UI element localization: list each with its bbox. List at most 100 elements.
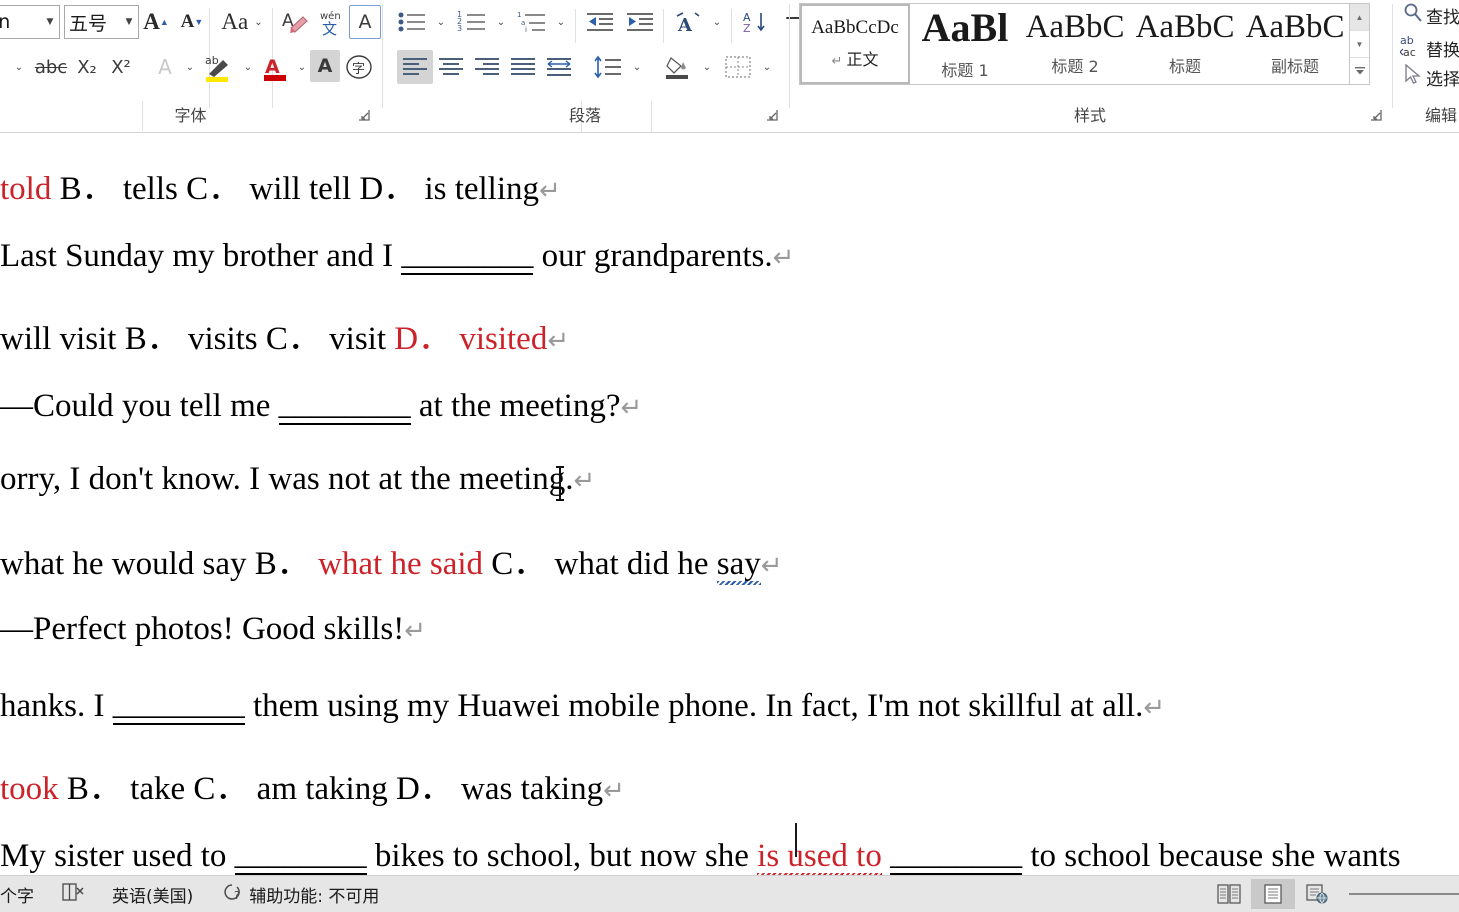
styles-scroll-down-button[interactable]: ▼ (1350, 31, 1369, 58)
multilevel-dropdown-arrow[interactable]: ⌄ (551, 5, 571, 39)
ribbon-group-styles: AaBbCcDc ↵ 正文 AaBl 标题 1 AaBbC 标题 2 AaBbC… (793, 0, 1387, 132)
document-line: hanks. I ________ them using my Huawei m… (0, 686, 1165, 725)
font-dialog-launcher[interactable] (357, 108, 371, 122)
print-layout-icon (1264, 884, 1282, 904)
style-name: 标题 2 (1051, 57, 1099, 76)
highlight-dropdown-arrow[interactable]: ⌄ (238, 50, 258, 84)
text-run: My sister used to (0, 838, 235, 874)
font-size-value: 五号 (69, 12, 108, 35)
style-item-subtitle[interactable]: AaBbC 副标题 (1240, 4, 1350, 84)
font-size-dropdown-arrow[interactable]: ▼ (120, 17, 138, 27)
font-color-dropdown-arrow[interactable]: ⌄ (292, 50, 312, 84)
view-web-layout-button[interactable] (1295, 879, 1339, 909)
svg-text:Z: Z (743, 22, 751, 34)
text-run: B． visits (116, 321, 258, 357)
bullets-button[interactable] (393, 5, 431, 39)
font-color-icon: A (264, 56, 286, 81)
accessibility-status[interactable]: ? 辅助功能: 不可用 (207, 876, 393, 912)
phonetic-guide-button[interactable]: wén 文 (313, 5, 347, 39)
find-button[interactable]: 查找 (1400, 2, 1459, 29)
bullet-list-icon (398, 12, 425, 32)
font-name-combo[interactable]: v Ron ▼ (0, 5, 60, 39)
paragraph-shading-button[interactable] (659, 50, 697, 84)
font-size-combo[interactable]: 五号 ▼ (64, 5, 139, 39)
styles-more-button[interactable] (1350, 58, 1369, 84)
style-name: 副标题 (1270, 57, 1319, 76)
character-border-button[interactable]: A (349, 5, 381, 39)
chevron-down-icon: ⌄ (297, 61, 307, 73)
font-name-dropdown-arrow[interactable]: ▼ (41, 17, 59, 27)
asian-layout-icon: A (676, 12, 700, 34)
line-spacing-button[interactable] (589, 50, 627, 84)
align-right-button[interactable] (469, 50, 505, 84)
proofing-status[interactable] (48, 876, 98, 912)
text-effects-button[interactable]: A (148, 50, 182, 84)
align-center-button[interactable] (433, 50, 469, 84)
word-count-label: 个字 (0, 886, 34, 907)
text-run: our grandparents. (533, 238, 773, 274)
multilevel-list-button[interactable]: 1 a i (513, 5, 551, 39)
asian-layout-button[interactable]: A (669, 5, 707, 39)
style-item-normal[interactable]: AaBbCcDc ↵ 正文 (800, 4, 910, 84)
underline-dropdown-arrow[interactable]: ⌄ (8, 50, 30, 84)
text-run: to school because she wants (1022, 838, 1401, 874)
strikethrough-button[interactable]: abc (32, 50, 70, 84)
sort-button[interactable]: A Z (737, 5, 775, 39)
replace-button[interactable]: ab ac 替换 (1399, 34, 1459, 63)
paragraph-dialog-launcher[interactable] (765, 108, 779, 122)
decrease-indent-button[interactable] (581, 5, 619, 39)
text-effects-dropdown-arrow[interactable]: ⌄ (180, 50, 200, 84)
language-status[interactable]: 英语(美国) (98, 876, 207, 912)
style-item-heading2[interactable]: AaBbC 标题 2 (1020, 4, 1130, 84)
paragraph-mark: ↵ (404, 616, 426, 646)
shrink-font-arrow-icon: ▼ (194, 17, 204, 27)
numbered-list-icon: 1 2 3 (457, 10, 485, 33)
style-name: ↵ 正文 (831, 50, 879, 69)
borders-dropdown-arrow[interactable]: ⌄ (757, 50, 777, 84)
enclose-characters-button[interactable]: 字 (342, 50, 376, 84)
text-run: at the meeting? (410, 388, 621, 424)
fill-in-blank: ________ (278, 386, 411, 425)
borders-button[interactable] (719, 50, 757, 84)
document-canvas[interactable]: told B． tells C． will tell D． is telling… (0, 133, 1459, 875)
text-highlight-button[interactable]: ab (200, 50, 238, 84)
chevron-down-icon: ⌄ (436, 16, 446, 28)
view-read-mode-button[interactable] (1207, 879, 1251, 909)
styles-scroll-up-button[interactable]: ▲ (1350, 4, 1369, 31)
style-item-title[interactable]: AaBbC 标题 (1130, 4, 1240, 84)
numbering-button[interactable]: 1 2 3 (453, 5, 491, 39)
proofing-errors-icon (62, 882, 84, 907)
shrink-font-button[interactable]: A ▼ (175, 5, 209, 39)
accessibility-icon: ? (221, 882, 243, 907)
clear-formatting-button[interactable]: A (277, 5, 313, 39)
select-button[interactable]: 选择 (1400, 63, 1459, 91)
paragraph-row-2: ⌄ ⌄ ⌄ (385, 49, 785, 133)
text-run-red: told (0, 171, 52, 207)
paragraph-shading-dropdown-arrow[interactable]: ⌄ (697, 50, 717, 84)
bullets-dropdown-arrow[interactable]: ⌄ (431, 5, 451, 39)
style-item-heading1[interactable]: AaBl 标题 1 (910, 4, 1020, 84)
word-count-status[interactable]: 个字 (0, 876, 48, 912)
grow-font-button[interactable]: A ▲ (139, 5, 173, 39)
paragraph-mark: ↵ (573, 466, 596, 496)
shrink-font-label: A (180, 11, 195, 32)
character-shading-button[interactable]: A (310, 50, 340, 82)
numbering-dropdown-arrow[interactable]: ⌄ (491, 5, 511, 39)
line-spacing-dropdown-arrow[interactable]: ⌄ (627, 50, 647, 84)
font-color-button[interactable]: A (258, 50, 292, 84)
text-run: D． was taking (387, 771, 604, 807)
zoom-slider[interactable] (1339, 893, 1459, 895)
justify-button[interactable] (505, 50, 541, 84)
distributed-align-button[interactable] (541, 50, 577, 84)
styles-dialog-launcher[interactable] (1369, 108, 1383, 122)
increase-indent-button[interactable] (621, 5, 659, 39)
text-run: D． is telling (351, 171, 540, 207)
asian-layout-dropdown-arrow[interactable]: ⌄ (707, 5, 727, 39)
superscript-button[interactable]: X² (104, 50, 138, 84)
change-case-button[interactable]: Aa ⌄ (214, 5, 270, 39)
subscript-button[interactable]: X₂ (70, 50, 104, 84)
view-print-layout-button[interactable] (1251, 879, 1295, 909)
align-left-button[interactable] (397, 50, 433, 84)
document-line: told B． tells C． will tell D． is telling… (0, 161, 561, 209)
line-spacing-icon (594, 55, 621, 79)
